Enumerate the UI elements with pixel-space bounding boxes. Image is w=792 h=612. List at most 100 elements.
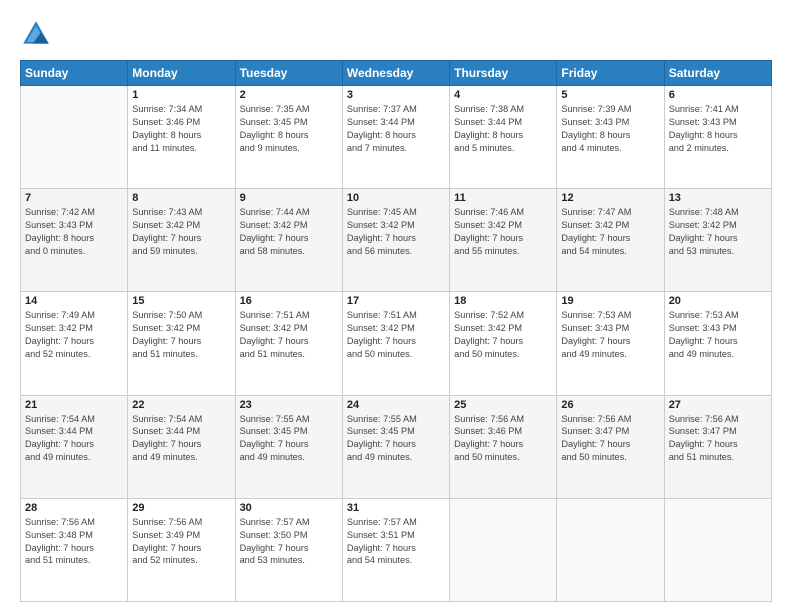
day-number: 14 xyxy=(25,295,123,307)
day-info: Sunrise: 7:53 AMSunset: 3:43 PMDaylight:… xyxy=(561,309,659,361)
day-number: 24 xyxy=(347,399,445,411)
weekday-header-friday: Friday xyxy=(557,61,664,86)
calendar-day-3: 3 Sunrise: 7:37 AMSunset: 3:44 PMDaylight… xyxy=(342,86,449,189)
page: SundayMondayTuesdayWednesdayThursdayFrid… xyxy=(0,0,792,612)
calendar-day-23: 23 Sunrise: 7:55 AMSunset: 3:45 PMDayligh… xyxy=(235,395,342,498)
day-number: 23 xyxy=(240,399,338,411)
day-info: Sunrise: 7:56 AMSunset: 3:46 PMDaylight:… xyxy=(454,413,552,465)
calendar-day-8: 8Sunrise: 7:43 AMSunset: 3:42 PMDaylight… xyxy=(128,189,235,292)
day-number: 22 xyxy=(132,399,230,411)
calendar-day-20: 20 Sunrise: 7:53 AMSunset: 3:43 PMDayligh… xyxy=(664,292,771,395)
calendar-day-22: 22Sunrise: 7:54 AMSunset: 3:44 PMDayligh… xyxy=(128,395,235,498)
day-info: Sunrise: 7:50 AMSunset: 3:42 PMDaylight:… xyxy=(132,309,230,361)
calendar-day-15: 15 Sunrise: 7:50 AMSunset: 3:42 PMDayligh… xyxy=(128,292,235,395)
day-number: 18 xyxy=(454,295,552,307)
calendar-day-17: 17 Sunrise: 7:51 AMSunset: 3:42 PMDayligh… xyxy=(342,292,449,395)
calendar-table: SundayMondayTuesdayWednesdayThursdayFrid… xyxy=(20,60,772,602)
calendar-week-row: 7Sunrise: 7:42 AMSunset: 3:43 PMDaylight… xyxy=(21,189,772,292)
calendar-day-28: 28 Sunrise: 7:56 AMSunset: 3:48 PMDayligh… xyxy=(21,498,128,601)
calendar-day-2: 2 Sunrise: 7:35 AMSunset: 3:45 PMDaylight… xyxy=(235,86,342,189)
day-number: 27 xyxy=(669,399,767,411)
day-number: 17 xyxy=(347,295,445,307)
day-number: 25 xyxy=(454,399,552,411)
day-info: Sunrise: 7:38 AMSunset: 3:44 PMDaylight:… xyxy=(454,103,552,155)
calendar-day-19: 19 Sunrise: 7:53 AMSunset: 3:43 PMDayligh… xyxy=(557,292,664,395)
day-number: 6 xyxy=(669,89,767,101)
day-info: Sunrise: 7:56 AMSunset: 3:48 PMDaylight:… xyxy=(25,516,123,568)
day-number: 11 xyxy=(454,192,552,204)
day-info: Sunrise: 7:49 AMSunset: 3:42 PMDaylight:… xyxy=(25,309,123,361)
day-number: 30 xyxy=(240,502,338,514)
day-info: Sunrise: 7:52 AMSunset: 3:42 PMDaylight:… xyxy=(454,309,552,361)
day-number: 2 xyxy=(240,89,338,101)
day-number: 31 xyxy=(347,502,445,514)
day-number: 29 xyxy=(132,502,230,514)
day-info: Sunrise: 7:51 AMSunset: 3:42 PMDaylight:… xyxy=(240,309,338,361)
day-number: 1 xyxy=(132,89,230,101)
day-info: Sunrise: 7:56 AMSunset: 3:49 PMDaylight:… xyxy=(132,516,230,568)
calendar-day-13: 13 Sunrise: 7:48 AMSunset: 3:42 PMDayligh… xyxy=(664,189,771,292)
day-number: 16 xyxy=(240,295,338,307)
header xyxy=(20,18,772,50)
calendar-day-9: 9Sunrise: 7:44 AMSunset: 3:42 PMDaylight… xyxy=(235,189,342,292)
calendar-day-4: 4Sunrise: 7:38 AMSunset: 3:44 PMDaylight… xyxy=(450,86,557,189)
day-number: 8 xyxy=(132,192,230,204)
day-number: 19 xyxy=(561,295,659,307)
weekday-header-tuesday: Tuesday xyxy=(235,61,342,86)
weekday-header-wednesday: Wednesday xyxy=(342,61,449,86)
calendar-day-12: 12 Sunrise: 7:47 AMSunset: 3:42 PMDayligh… xyxy=(557,189,664,292)
calendar-day-25: 25 Sunrise: 7:56 AMSunset: 3:46 PMDayligh… xyxy=(450,395,557,498)
day-number: 21 xyxy=(25,399,123,411)
day-info: Sunrise: 7:51 AMSunset: 3:42 PMDaylight:… xyxy=(347,309,445,361)
day-info: Sunrise: 7:39 AMSunset: 3:43 PMDaylight:… xyxy=(561,103,659,155)
calendar-day-26: 26Sunrise: 7:56 AMSunset: 3:47 PMDayligh… xyxy=(557,395,664,498)
calendar-day-11: 11 Sunrise: 7:46 AMSunset: 3:42 PMDayligh… xyxy=(450,189,557,292)
calendar-day-6: 6 Sunrise: 7:41 AMSunset: 3:43 PMDaylight… xyxy=(664,86,771,189)
calendar-day-29: 29 Sunrise: 7:56 AMSunset: 3:49 PMDayligh… xyxy=(128,498,235,601)
day-number: 28 xyxy=(25,502,123,514)
day-info: Sunrise: 7:56 AMSunset: 3:47 PMDaylight:… xyxy=(669,413,767,465)
day-info: Sunrise: 7:48 AMSunset: 3:42 PMDaylight:… xyxy=(669,206,767,258)
calendar-day-30: 30Sunrise: 7:57 AMSunset: 3:50 PMDayligh… xyxy=(235,498,342,601)
day-number: 15 xyxy=(132,295,230,307)
weekday-header-sunday: Sunday xyxy=(21,61,128,86)
day-number: 10 xyxy=(347,192,445,204)
day-info: Sunrise: 7:53 AMSunset: 3:43 PMDaylight:… xyxy=(669,309,767,361)
day-number: 5 xyxy=(561,89,659,101)
day-number: 13 xyxy=(669,192,767,204)
calendar-week-row: 14 Sunrise: 7:49 AMSunset: 3:42 PMDayligh… xyxy=(21,292,772,395)
day-number: 12 xyxy=(561,192,659,204)
day-info: Sunrise: 7:47 AMSunset: 3:42 PMDaylight:… xyxy=(561,206,659,258)
calendar-day-16: 16 Sunrise: 7:51 AMSunset: 3:42 PMDayligh… xyxy=(235,292,342,395)
logo-icon xyxy=(20,18,52,50)
calendar-week-row: 21 Sunrise: 7:54 AMSunset: 3:44 PMDayligh… xyxy=(21,395,772,498)
day-number: 20 xyxy=(669,295,767,307)
calendar-empty-cell xyxy=(664,498,771,601)
logo xyxy=(20,18,58,50)
calendar-day-24: 24 Sunrise: 7:55 AMSunset: 3:45 PMDayligh… xyxy=(342,395,449,498)
calendar-empty-cell xyxy=(450,498,557,601)
calendar-day-31: 31Sunrise: 7:57 AMSunset: 3:51 PMDayligh… xyxy=(342,498,449,601)
calendar-day-1: 1 Sunrise: 7:34 AMSunset: 3:46 PMDaylight… xyxy=(128,86,235,189)
day-info: Sunrise: 7:45 AMSunset: 3:42 PMDaylight:… xyxy=(347,206,445,258)
day-info: Sunrise: 7:46 AMSunset: 3:42 PMDaylight:… xyxy=(454,206,552,258)
day-number: 3 xyxy=(347,89,445,101)
calendar-day-10: 10 Sunrise: 7:45 AMSunset: 3:42 PMDayligh… xyxy=(342,189,449,292)
calendar-day-18: 18 Sunrise: 7:52 AMSunset: 3:42 PMDayligh… xyxy=(450,292,557,395)
day-info: Sunrise: 7:41 AMSunset: 3:43 PMDaylight:… xyxy=(669,103,767,155)
calendar-empty-cell xyxy=(21,86,128,189)
day-info: Sunrise: 7:54 AMSunset: 3:44 PMDaylight:… xyxy=(25,413,123,465)
day-info: Sunrise: 7:34 AMSunset: 3:46 PMDaylight:… xyxy=(132,103,230,155)
day-info: Sunrise: 7:35 AMSunset: 3:45 PMDaylight:… xyxy=(240,103,338,155)
calendar-day-21: 21 Sunrise: 7:54 AMSunset: 3:44 PMDayligh… xyxy=(21,395,128,498)
weekday-header-monday: Monday xyxy=(128,61,235,86)
weekday-header-row: SundayMondayTuesdayWednesdayThursdayFrid… xyxy=(21,61,772,86)
day-info: Sunrise: 7:37 AMSunset: 3:44 PMDaylight:… xyxy=(347,103,445,155)
day-number: 7 xyxy=(25,192,123,204)
day-info: Sunrise: 7:55 AMSunset: 3:45 PMDaylight:… xyxy=(240,413,338,465)
calendar-day-5: 5 Sunrise: 7:39 AMSunset: 3:43 PMDaylight… xyxy=(557,86,664,189)
calendar-empty-cell xyxy=(557,498,664,601)
calendar-week-row: 28 Sunrise: 7:56 AMSunset: 3:48 PMDayligh… xyxy=(21,498,772,601)
day-info: Sunrise: 7:44 AMSunset: 3:42 PMDaylight:… xyxy=(240,206,338,258)
day-info: Sunrise: 7:55 AMSunset: 3:45 PMDaylight:… xyxy=(347,413,445,465)
